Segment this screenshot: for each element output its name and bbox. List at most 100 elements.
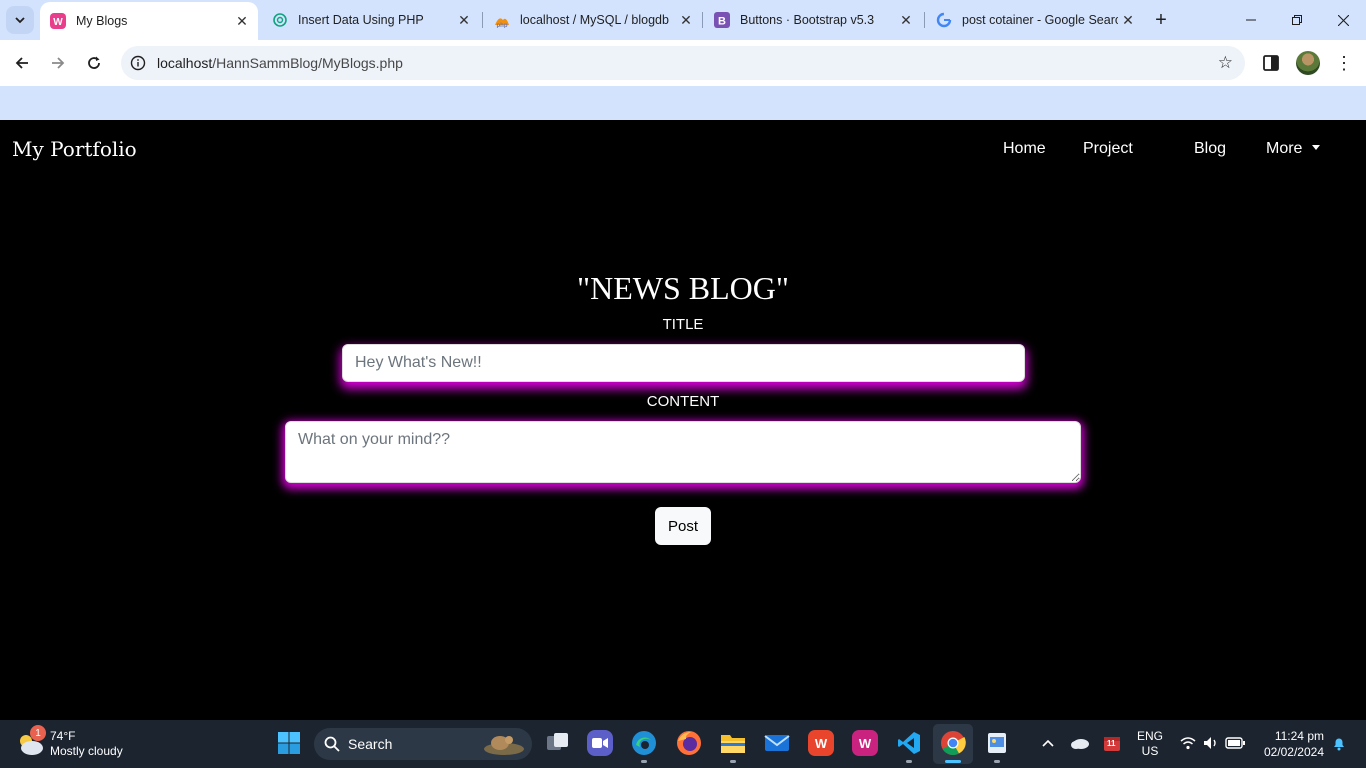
close-icon[interactable]: ✕: [896, 10, 916, 30]
wamp-letter: W: [858, 735, 872, 751]
url-path: /HannSammBlog/MyBlogs.php: [212, 55, 403, 71]
task-view-button[interactable]: [545, 730, 571, 756]
close-icon[interactable]: ✕: [1118, 10, 1138, 30]
restore-icon: [1292, 15, 1302, 25]
side-panel-icon: [1263, 55, 1279, 71]
language-indicator[interactable]: ENG US: [1134, 729, 1166, 759]
task-view-icon: [547, 733, 568, 750]
content-textarea[interactable]: [285, 421, 1081, 483]
start-button[interactable]: [276, 730, 302, 756]
reload-icon: [88, 56, 100, 69]
close-window-button[interactable]: [1320, 0, 1366, 40]
vscode-icon[interactable]: [896, 730, 922, 756]
post-button[interactable]: Post: [655, 507, 711, 545]
side-panel-button[interactable]: [1260, 52, 1282, 74]
firefox-icon[interactable]: [676, 730, 702, 756]
restore-button[interactable]: [1274, 0, 1320, 40]
reload-button[interactable]: [79, 48, 109, 78]
chevron-up-icon: [1042, 739, 1054, 747]
active-indicator: [945, 760, 961, 763]
page-title: "NEWS BLOG": [577, 270, 789, 306]
tab-insert-data[interactable]: Insert Data Using PHP ✕: [262, 0, 480, 40]
close-icon[interactable]: ✕: [454, 10, 474, 30]
url-text: localhost/HannSammBlog/MyBlogs.php: [157, 55, 403, 71]
more-vertical-icon: ⋮: [1335, 52, 1353, 73]
tab-phpmyadmin[interactable]: php localhost / MySQL / blogdb ✕: [484, 0, 702, 40]
clock-time: 11:24 pm: [1274, 729, 1324, 743]
weather-temperature: 74°F: [50, 729, 76, 743]
volume-icon[interactable]: [1198, 730, 1224, 756]
title-input[interactable]: [342, 344, 1025, 382]
teams-meet-icon[interactable]: [587, 730, 613, 756]
close-icon[interactable]: ✕: [676, 10, 696, 30]
notification-badge: 1: [30, 725, 46, 741]
wampserver-taskbar-icon[interactable]: W: [852, 730, 878, 756]
google-icon: [936, 12, 952, 28]
tab-search-button[interactable]: [6, 6, 34, 34]
tab-strip: W My Blogs ✕ Insert Data Using PHP ✕ php…: [0, 0, 1366, 40]
paint-app-icon[interactable]: [984, 730, 1010, 756]
edge-browser-icon[interactable]: [631, 730, 657, 756]
nav-link-blog[interactable]: Blog: [1194, 140, 1226, 158]
chevron-down-icon: [15, 17, 25, 24]
nav-link-project[interactable]: Project: [1083, 140, 1133, 158]
tab-divider: [482, 12, 483, 28]
system-clock[interactable]: 11:24 pm 02/02/2024: [1252, 728, 1324, 760]
url-host: localhost: [157, 55, 213, 71]
close-icon: [1337, 14, 1349, 26]
weather-widget[interactable]: 1 74°F Mostly cloudy: [16, 725, 156, 761]
chatgpt-icon: [272, 12, 288, 28]
taskbar: 1 74°F Mostly cloudy Search W W 11 ENG U…: [0, 720, 1366, 768]
calendar-badge: 11: [1107, 739, 1116, 748]
clock-date: 02/02/2024: [1263, 745, 1324, 759]
svg-text:B: B: [718, 16, 726, 28]
tab-google-search[interactable]: post cotainer - Google Search ✕: [926, 0, 1144, 40]
notification-bell-icon[interactable]: [1326, 730, 1352, 756]
minimize-button[interactable]: [1228, 0, 1274, 40]
profile-avatar[interactable]: [1296, 51, 1320, 75]
file-explorer-icon[interactable]: [720, 730, 746, 756]
bookmark-star-icon[interactable]: ☆: [1218, 53, 1233, 73]
site-info-icon[interactable]: [129, 54, 147, 72]
tab-divider: [702, 12, 703, 28]
plus-icon: +: [1155, 8, 1167, 31]
new-tab-button[interactable]: +: [1150, 9, 1172, 31]
search-icon: [324, 736, 340, 752]
browser-menu-button[interactable]: ⋮: [1334, 50, 1354, 76]
back-button[interactable]: [7, 48, 37, 78]
content-label: CONTENT: [646, 393, 720, 410]
nav-more-label: More: [1266, 140, 1303, 157]
windows-logo-icon: [278, 732, 300, 754]
tab-title: Buttons · Bootstrap v5.3: [740, 13, 875, 27]
forward-button[interactable]: [43, 48, 73, 78]
tab-divider: [924, 12, 925, 28]
bootstrap-icon: B: [714, 12, 730, 28]
nav-dropdown-more[interactable]: More: [1266, 140, 1321, 158]
show-hidden-icons-button[interactable]: [1035, 730, 1061, 756]
tab-bootstrap-buttons[interactable]: B Buttons · Bootstrap v5.3 ✕: [704, 0, 922, 40]
close-icon[interactable]: ✕: [232, 11, 252, 31]
svg-text:W: W: [53, 17, 63, 28]
tab-my-blogs[interactable]: W My Blogs ✕: [40, 2, 258, 40]
arrow-left-icon: [15, 57, 28, 69]
tab-title: Insert Data Using PHP: [298, 13, 424, 27]
caret-down-icon: [1312, 145, 1321, 150]
browser-toolbar: localhost/HannSammBlog/MyBlogs.php ☆ ⋮: [0, 40, 1366, 86]
calendar-tray-icon[interactable]: 11: [1099, 730, 1125, 756]
chrome-icon[interactable]: [940, 730, 966, 756]
title-label: TITLE: [662, 316, 704, 333]
weather-condition: Mostly cloudy: [50, 744, 123, 758]
search-highlight-icon: [484, 736, 524, 755]
nav-link-home[interactable]: Home: [1003, 140, 1046, 158]
mail-icon[interactable]: [764, 730, 790, 756]
address-bar[interactable]: localhost/HannSammBlog/MyBlogs.php ☆: [121, 46, 1245, 80]
wps-letter: W: [814, 735, 828, 751]
taskbar-search[interactable]: Search: [314, 728, 532, 760]
onedrive-icon[interactable]: [1067, 730, 1093, 756]
tab-title: localhost / MySQL / blogdb: [520, 13, 669, 27]
bookmarks-bar: [0, 86, 1366, 120]
navbar-brand[interactable]: My Portfolio: [12, 137, 137, 161]
battery-icon[interactable]: [1222, 730, 1248, 756]
tab-title: My Blogs: [76, 14, 128, 28]
wps-office-icon[interactable]: W: [808, 730, 834, 756]
